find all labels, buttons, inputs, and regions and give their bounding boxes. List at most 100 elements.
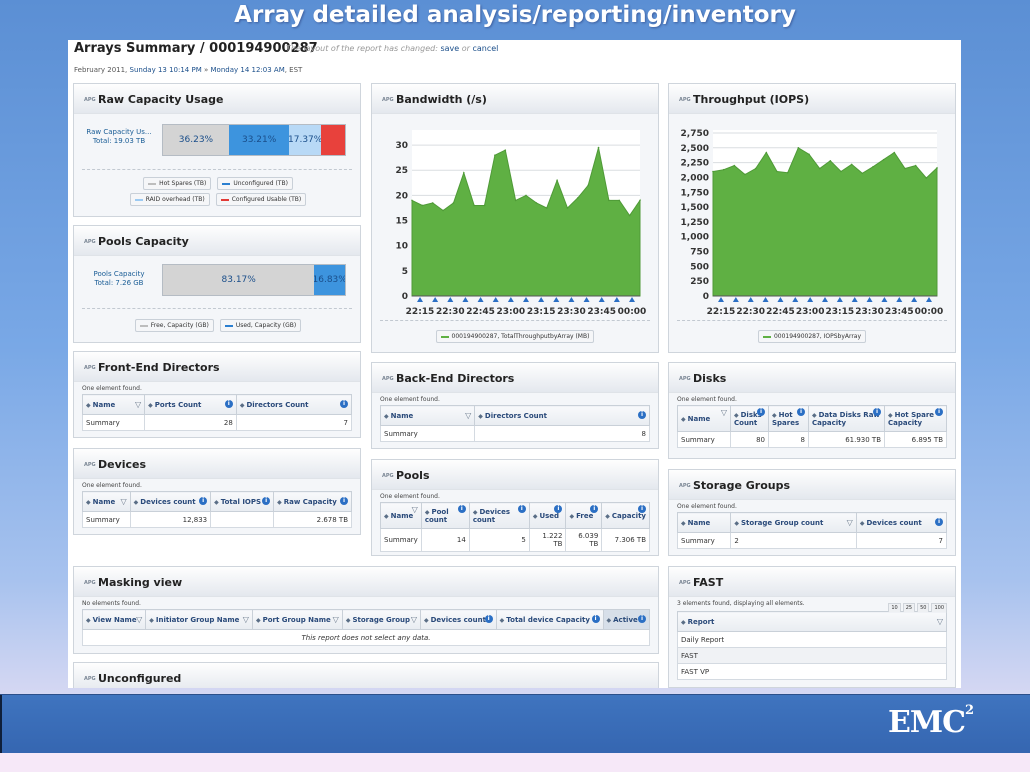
found-count: One element found.: [82, 385, 142, 392]
raw-capacity-label[interactable]: Raw Capacity Us... Total: 19.03 TB: [80, 128, 158, 146]
capacity-segment[interactable]: 33.21%: [228, 125, 290, 155]
legend-item[interactable]: Unconfigured (TB): [217, 177, 293, 190]
x-tick-marker: [762, 297, 769, 302]
x-tick-marker: [851, 297, 858, 302]
y-tick-label: 2,000: [681, 173, 709, 183]
pools-capacity-bar[interactable]: 83.17%16.83%: [162, 264, 346, 296]
column-header-total-device-capacity[interactable]: ◆ Total device Capacity i: [495, 609, 604, 630]
column-header-devices-count[interactable]: ◆ Devices count i: [855, 512, 948, 533]
column-header-name[interactable]: ◆ Name ▽: [379, 405, 476, 426]
column-header-port-group-name[interactable]: ◆ Port Group Name ▽: [251, 609, 343, 630]
panel-title: Back-End Directors: [396, 372, 515, 385]
column-header-initiator-group-name[interactable]: ◆ Initiator Group Name ▽: [145, 609, 253, 630]
data-point: [628, 214, 631, 217]
table-row[interactable]: Summary 8: [379, 425, 650, 442]
legend-item[interactable]: Hot Spares (TB): [143, 177, 212, 190]
legend-item[interactable]: Configured Usable (TB): [215, 193, 307, 206]
table-row[interactable]: Summary 2 7: [676, 532, 948, 549]
data-point: [483, 204, 486, 207]
x-tick-marker: [836, 297, 843, 302]
column-header-name[interactable]: ◆ Name ▽: [81, 394, 146, 415]
date-end-link[interactable]: Monday 14 12:03 AM: [211, 66, 285, 74]
list-item[interactable]: FAST: [677, 647, 947, 664]
cancel-link[interactable]: cancel: [472, 44, 498, 53]
legend-item[interactable]: Used, Capacity (GB): [219, 319, 302, 332]
x-tick-marker: [629, 297, 635, 302]
save-link[interactable]: save: [440, 44, 459, 53]
column-header-devices-count[interactable]: ◆ Devices count i: [468, 502, 530, 529]
table-row[interactable]: Summary 14 5 1.222 TB 6.039 TB 7.306 TB: [380, 528, 650, 552]
devices-table: ◆ Name ▽ ◆ Devices count i ◆ Total IOPS i ◆ Raw…: [82, 491, 352, 528]
data-point: [754, 167, 757, 170]
column-header-pool-count[interactable]: ◆ Pool count i: [420, 502, 470, 529]
legend-item[interactable]: Free, Capacity (GB): [134, 319, 214, 332]
column-header-report[interactable]: ◆ Report ▽: [677, 611, 947, 632]
x-tick-marker: [896, 297, 903, 302]
data-point: [893, 151, 896, 154]
found-count: One element found.: [82, 482, 142, 489]
data-point: [473, 204, 475, 207]
column-header-name[interactable]: ◆ Name ▽: [82, 491, 131, 512]
list-item[interactable]: Daily Report: [677, 631, 947, 648]
data-point: [442, 209, 444, 212]
column-header-storage-group[interactable]: ◆ Storage Group ▽: [341, 609, 422, 630]
column-header-raw-capacity[interactable]: ◆ Raw Capacity i: [273, 491, 352, 512]
table-row[interactable]: Summary 12,833 2.678 TB: [82, 511, 352, 528]
column-header-data-disks-raw-capacity[interactable]: ◆ Data Disks Raw Capacity i: [808, 405, 885, 432]
y-tick-label: 1,750: [681, 188, 709, 198]
column-header-ports-count[interactable]: ◆ Ports Count i: [144, 394, 237, 415]
throughput-legend-item[interactable]: 000194900287, IOPSbyArray: [757, 330, 867, 343]
data-point: [587, 184, 589, 187]
layout-change-note: The layout of the report has changed: sa…: [286, 44, 499, 53]
capacity-segment[interactable]: 83.17%: [163, 265, 315, 295]
legend-item[interactable]: RAID overhead (TB): [129, 193, 210, 206]
column-header-devices-count[interactable]: ◆ Devices count i: [420, 609, 497, 630]
apg-icon: APG: [679, 483, 691, 489]
column-header-view-name[interactable]: ◆ View Name ▽: [81, 609, 147, 630]
throughput-chart[interactable]: 0 250 500 750 1,000 1,250 1,500 1,750 2,000 2,250…: [669, 118, 955, 318]
capacity-segment[interactable]: 36.23%: [163, 125, 229, 155]
column-header-storage-group-count[interactable]: ◆ Storage Group count ▽: [730, 512, 857, 533]
column-header-disks-count[interactable]: ◆ Disks Count i: [730, 405, 769, 432]
data-point: [850, 163, 853, 166]
table-row[interactable]: Summary 28 7: [81, 414, 353, 431]
data-point: [618, 199, 621, 202]
x-tick-label: 22:15: [707, 307, 736, 317]
list-item[interactable]: FAST VP: [677, 663, 947, 680]
y-tick-label: 30: [395, 141, 408, 151]
column-header-devices-count[interactable]: ◆ Devices count i: [129, 491, 212, 512]
data-point: [765, 151, 768, 154]
pools-capacity-label[interactable]: Pools Capacity Total: 7.26 GB: [80, 270, 158, 288]
date-start-link[interactable]: Sunday 13 10:14 PM: [130, 66, 202, 74]
column-header-name[interactable]: ◆ Name ▽: [677, 405, 731, 432]
column-header-directors-count[interactable]: ◆ Directors Count i: [474, 405, 650, 426]
column-header-active[interactable]: ◆ Active? i: [602, 609, 650, 630]
capacity-segment[interactable]: 17.37%: [289, 125, 321, 155]
column-header-name[interactable]: ◆ Name ▽: [380, 502, 422, 529]
column-header-name[interactable]: ◆ Name: [676, 512, 732, 533]
capacity-segment[interactable]: [320, 125, 345, 155]
fast-panel: APG FAST 3 elements found, displaying all…: [668, 566, 956, 688]
bandwidth-legend-item[interactable]: 000194900287, TotalThroughputbyArray (MB…: [435, 330, 595, 343]
emc-logo: EMC2: [888, 703, 974, 740]
raw-capacity-bar[interactable]: 36.23% 33.21% 17.37%: [162, 124, 346, 156]
found-count: One element found.: [380, 493, 440, 500]
column-header-directors-count[interactable]: ◆ Directors Count i: [235, 394, 353, 415]
column-header-free[interactable]: ◆ Free i: [565, 502, 603, 529]
y-tick-label: 2,250: [681, 159, 709, 169]
column-header-capacity[interactable]: ◆ Capacity i: [601, 502, 650, 529]
capacity-segment[interactable]: 16.83%: [314, 265, 345, 295]
bandwidth-chart[interactable]: 05101520253022:15 22:30 22:45 23:00 23:15 23:…: [372, 118, 658, 318]
found-count: One element found.: [677, 503, 737, 510]
column-header-hot-spare-capacity[interactable]: ◆ Hot Spare Capacity i: [884, 405, 947, 432]
data-point: [808, 153, 810, 156]
x-tick-label: 22:30: [736, 307, 765, 317]
data-point: [411, 199, 413, 202]
table-row[interactable]: Summary 80 8 61.930 TB 6.895 TB: [677, 431, 947, 448]
x-tick-marker: [613, 297, 620, 302]
y-tick-label: 25: [395, 166, 408, 176]
column-header-used[interactable]: ◆ Used i: [528, 502, 567, 529]
column-header-hot-spares[interactable]: ◆ Hot Spares i: [768, 405, 809, 432]
x-tick-marker: [568, 297, 575, 302]
column-header-total-iops[interactable]: ◆ Total IOPS i: [210, 491, 275, 512]
